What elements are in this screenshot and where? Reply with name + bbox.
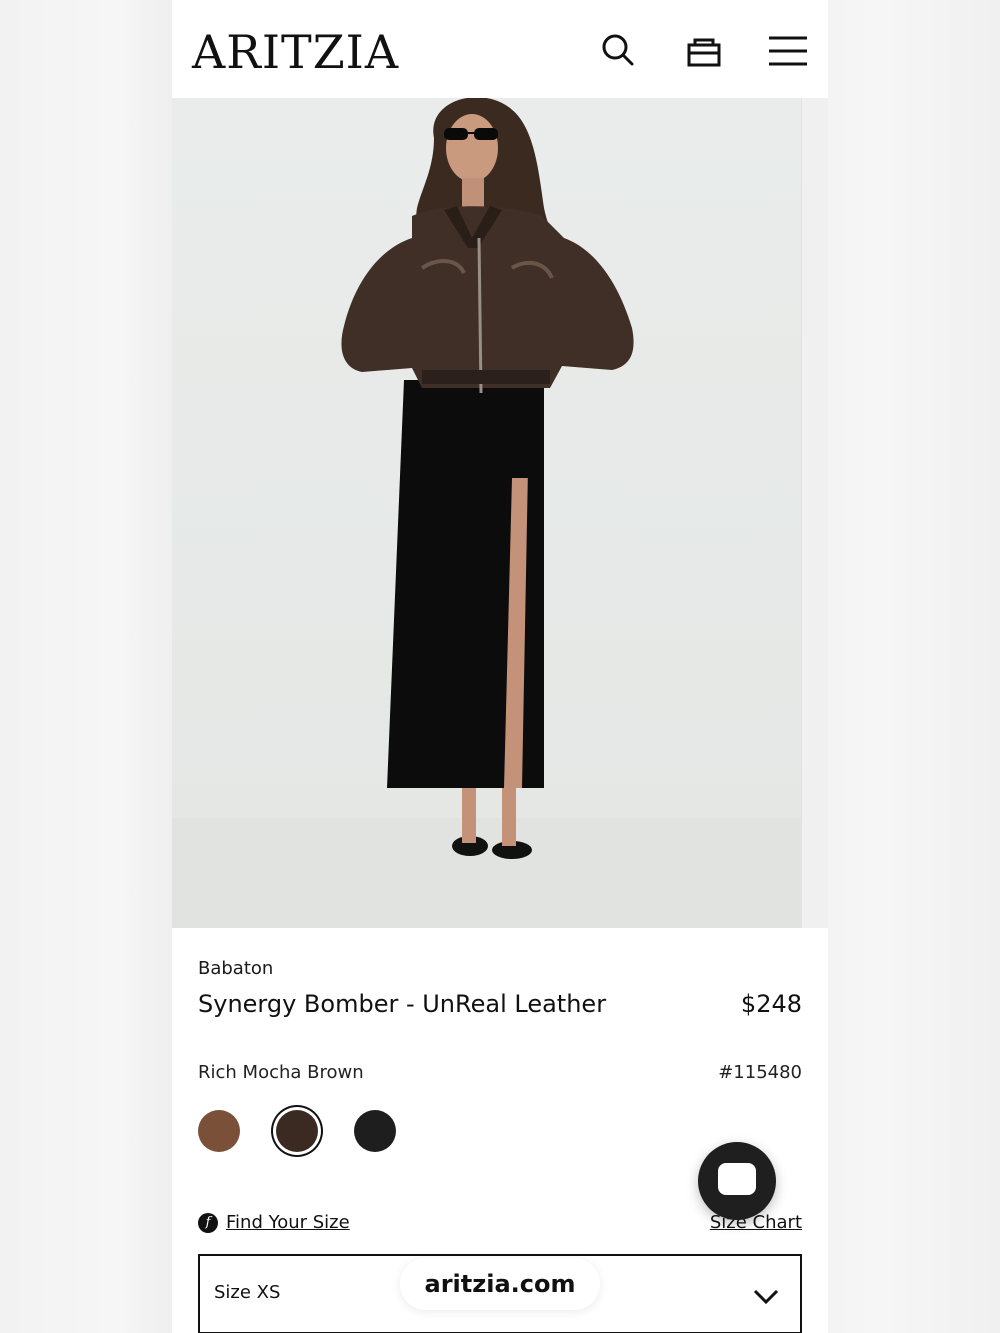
chat-bubble-icon <box>718 1163 756 1195</box>
aritzia-logo[interactable]: ARITZIA <box>192 24 399 80</box>
model-photo <box>172 98 828 928</box>
color-swatch-mocha[interactable] <box>276 1110 318 1152</box>
product-page: ARITZIA Babaton Synergy Bomber - UnReal … <box>172 0 828 1333</box>
style-number: #115480 <box>718 1062 802 1083</box>
product-title: Synergy Bomber - UnReal Leather <box>198 990 607 1018</box>
next-image-peek[interactable] <box>801 98 828 928</box>
product-price: $248 <box>740 990 802 1018</box>
chevron-down-icon <box>753 1289 779 1305</box>
color-swatch-black[interactable] <box>354 1110 396 1152</box>
find-your-size-link[interactable]: f Find Your Size <box>198 1212 350 1233</box>
selected-color-name: Rich Mocha Brown <box>198 1062 364 1083</box>
chat-button[interactable] <box>698 1142 776 1220</box>
fit-finder-icon: f <box>198 1212 218 1233</box>
color-swatch-brown[interactable] <box>198 1110 240 1152</box>
search-icon[interactable] <box>598 30 638 70</box>
browser-url-bar[interactable]: aritzia.com <box>400 1258 600 1310</box>
size-dropdown-value: Size XS <box>214 1282 281 1303</box>
product-image[interactable] <box>172 98 828 928</box>
find-your-size-label: Find Your Size <box>226 1212 350 1233</box>
brand-name[interactable]: Babaton <box>198 958 273 979</box>
menu-icon[interactable] <box>768 30 808 70</box>
bag-icon[interactable] <box>684 30 724 70</box>
site-header: ARITZIA <box>172 0 828 98</box>
